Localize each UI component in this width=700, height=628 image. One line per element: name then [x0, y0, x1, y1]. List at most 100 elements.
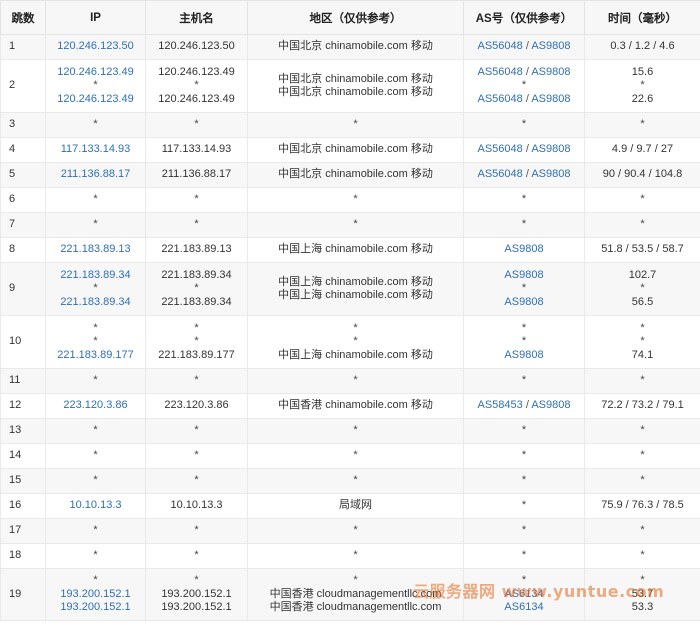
ip-line: * — [48, 193, 143, 207]
host-text: 211.136.88.17 — [161, 168, 232, 181]
as-cell: * — [463, 212, 585, 238]
ip-link[interactable]: 221.183.89.34 — [60, 269, 130, 281]
as-link[interactable]: AS56048 — [478, 168, 523, 180]
ip-line: * — [48, 474, 143, 488]
region-line: 中国北京 chinamobile.com 移动 — [250, 40, 461, 54]
host-line: 223.120.3.86 — [148, 399, 245, 413]
time-text: * — [640, 449, 645, 462]
traceroute-table: 跳数 IP 主机名 地区（仅供参考） AS号（仅供参考） 时间（毫秒） 1 120… — [0, 0, 700, 621]
as-line: AS9808 — [466, 269, 582, 283]
as-link[interactable]: AS6134 — [504, 601, 543, 613]
ip-cell: 120.246.123.49 * 120.246.123.49 — [45, 59, 146, 113]
host-text: 193.200.152.1 — [161, 601, 232, 614]
as-link[interactable]: AS9808 — [504, 349, 543, 361]
empty-marker: * — [521, 79, 527, 92]
region-text: 中国北京 chinamobile.com 移动 — [278, 168, 433, 181]
as-link[interactable]: AS9808 — [531, 93, 570, 105]
time-text: * — [640, 424, 645, 437]
host-text: 221.183.89.34 — [161, 295, 232, 308]
region-text: 中国上海 chinamobile.com 移动 — [278, 289, 433, 301]
as-link[interactable]: AS56048 — [478, 66, 523, 78]
as-cell: * — [463, 543, 585, 569]
ip-link[interactable]: 120.246.123.49 — [57, 66, 133, 78]
time-text: * — [640, 118, 645, 131]
as-link[interactable]: AS56048 — [478, 93, 523, 105]
host-text: 223.120.3.86 — [164, 399, 229, 412]
hop-number: 6 — [0, 187, 46, 213]
time-line: 56.5 — [587, 296, 698, 310]
time-line: 4.9 / 9.7 / 27 — [587, 143, 698, 157]
time-text: 4.9 / 9.7 / 27 — [611, 143, 674, 156]
host-line: * — [148, 118, 245, 132]
time-cell: 15.6 * 22.6 — [584, 59, 700, 113]
as-cell: AS56048 / AS9808 — [463, 34, 585, 60]
host-line: 193.200.152.1 — [148, 601, 245, 615]
region-cell: * — [247, 368, 464, 394]
region-text: 中国北京 chinamobile.com 移动 — [278, 86, 433, 98]
host-text: * — [194, 218, 199, 231]
time-line: * — [587, 79, 698, 93]
ip-line: * — [48, 282, 143, 296]
ip-link[interactable]: 120.246.123.49 — [57, 93, 133, 105]
watermark: 云服务器网 www.yuntue.com — [413, 582, 665, 601]
ip-cell: 221.183.89.13 — [45, 237, 146, 263]
as-line: AS9808 — [466, 243, 582, 257]
time-cell: * * 74.1 — [584, 315, 700, 369]
region-text: * — [353, 118, 358, 131]
header-hostname: 主机名 — [145, 0, 248, 35]
as-line: AS6134 — [466, 601, 582, 615]
as-link[interactable]: AS9808 — [531, 40, 570, 52]
host-cell: * — [145, 443, 248, 469]
ip-link[interactable]: 221.183.89.177 — [57, 349, 133, 361]
time-line: 90 / 90.4 / 104.8 — [587, 168, 698, 182]
ip-link[interactable]: 10.10.13.3 — [70, 499, 122, 511]
region-cell: * — [247, 212, 464, 238]
region-line: 中国北京 chinamobile.com 移动 — [250, 86, 461, 100]
as-link[interactable]: AS9808 — [531, 66, 570, 78]
host-line: 221.183.89.177 — [148, 349, 245, 363]
ip-text: * — [93, 524, 98, 537]
region-text: 中国上海 chinamobile.com 移动 — [278, 275, 433, 288]
host-text: * — [194, 335, 199, 348]
host-text: 120.246.123.49 — [158, 65, 235, 78]
empty-marker: * — [521, 474, 527, 487]
time-text: * — [640, 524, 645, 537]
region-line: 中国香港 chinamobile.com 移动 — [250, 399, 461, 413]
ip-link[interactable]: 223.120.3.86 — [63, 399, 127, 411]
as-cell: * — [463, 518, 585, 544]
time-cell: 0.3 / 1.2 / 4.6 — [584, 34, 700, 60]
as-link[interactable]: AS9808 — [504, 296, 543, 308]
as-line: AS9808 — [466, 349, 582, 363]
as-line: * — [466, 474, 582, 488]
as-line: AS58453 / AS9808 — [466, 399, 582, 413]
table-row: 5 211.136.88.17 211.136.88.17 中国北京 chinamob… — [0, 162, 700, 188]
as-link[interactable]: AS9808 — [531, 168, 570, 180]
time-cell: * — [584, 468, 700, 494]
ip-link[interactable]: 120.246.123.50 — [57, 40, 133, 52]
as-link[interactable]: AS56048 — [478, 143, 523, 155]
region-line: 中国北京 chinamobile.com 移动 — [250, 73, 461, 87]
ip-line: * — [48, 449, 143, 463]
as-line: * — [466, 322, 582, 336]
ip-cell: 211.136.88.17 — [45, 162, 146, 188]
as-link[interactable]: AS9808 — [531, 399, 570, 411]
ip-link[interactable]: 193.200.152.1 — [60, 601, 130, 613]
as-link[interactable]: AS56048 — [478, 40, 523, 52]
ip-link[interactable]: 211.136.88.17 — [61, 168, 131, 180]
time-text: 0.3 / 1.2 / 4.6 — [610, 40, 675, 53]
ip-link[interactable]: 117.133.14.93 — [61, 143, 131, 155]
ip-link[interactable]: 221.183.89.34 — [60, 296, 130, 308]
time-line: 0.3 / 1.2 / 4.6 — [587, 40, 698, 54]
time-cell: 90 / 90.4 / 104.8 — [584, 162, 700, 188]
as-link[interactable]: AS9808 — [504, 269, 543, 281]
host-text: * — [194, 524, 199, 537]
as-link[interactable]: AS58453 — [478, 399, 523, 411]
ip-link[interactable]: 193.200.152.1 — [60, 588, 130, 600]
time-line: * — [587, 282, 698, 296]
as-link[interactable]: AS9808 — [531, 143, 570, 155]
region-line: 中国上海 chinamobile.com 移动 — [250, 276, 461, 290]
host-line: * — [148, 524, 245, 538]
ip-link[interactable]: 221.183.89.13 — [60, 243, 130, 255]
time-line: * — [587, 449, 698, 463]
as-link[interactable]: AS9808 — [504, 243, 543, 255]
